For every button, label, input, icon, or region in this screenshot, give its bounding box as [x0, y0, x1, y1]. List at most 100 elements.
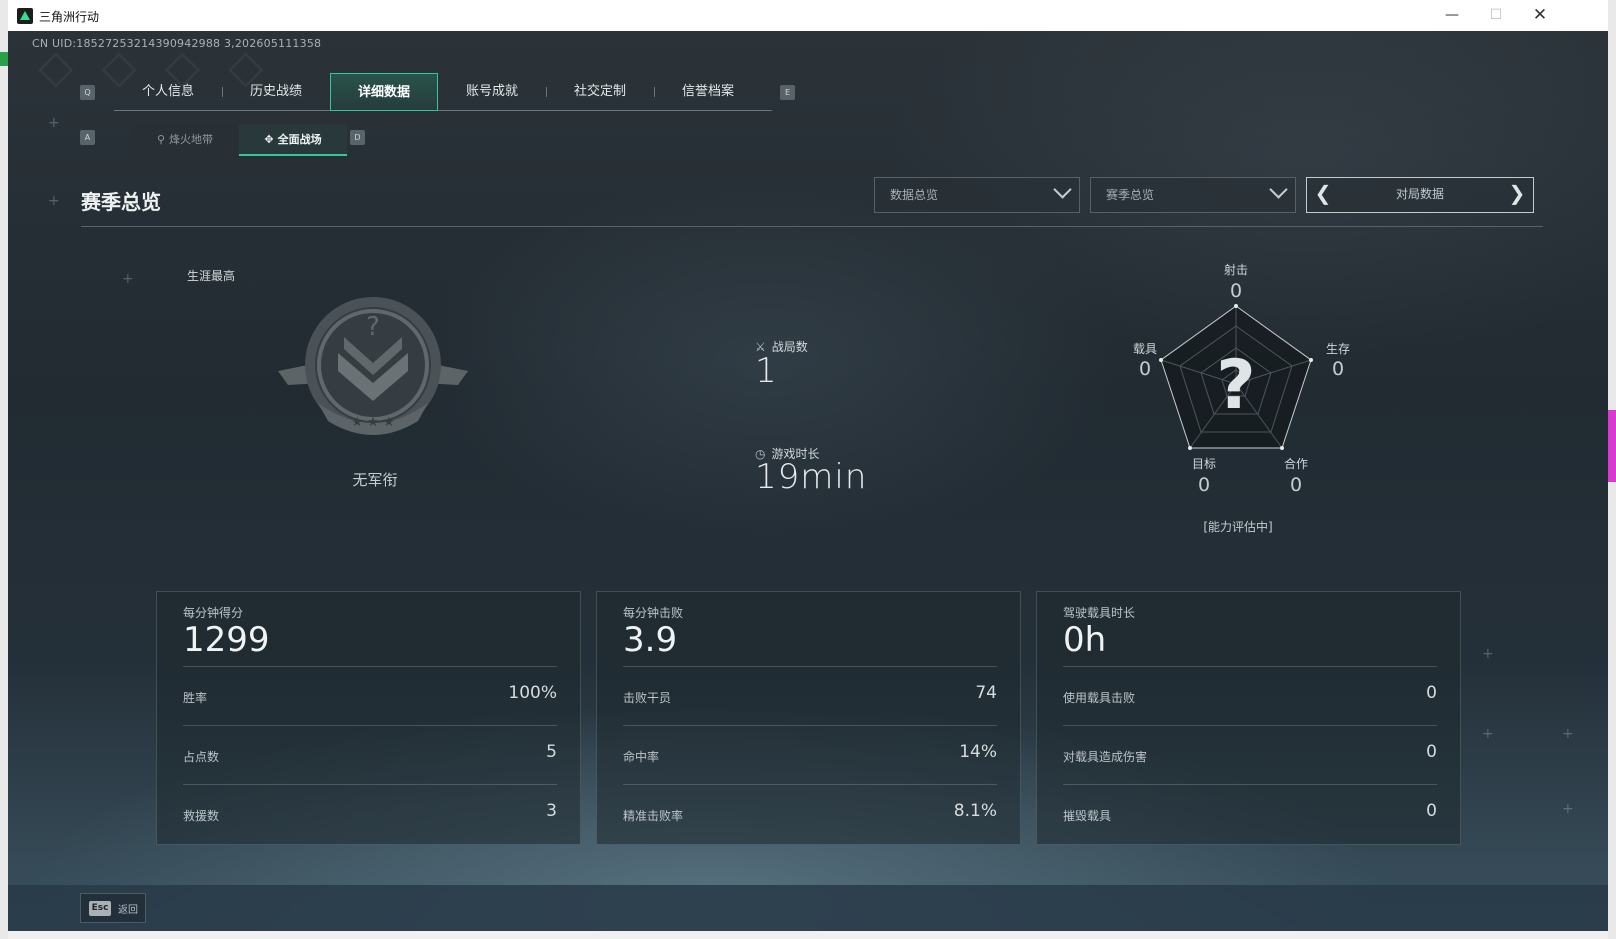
decor-cross-icon: + — [48, 193, 60, 209]
stat-value: 0 — [1426, 742, 1437, 762]
stat-value: 14% — [959, 742, 997, 762]
prev-arrow-icon[interactable]: ❮ — [1311, 178, 1335, 211]
footer-bar: Esc 返回 — [8, 885, 1608, 931]
stat-row: 胜率 100% — [183, 666, 557, 725]
desktop-fragment — [0, 52, 8, 66]
score-per-minute-card: 每分钟得分 1299 胜率 100% 占点数 5 救援数 3 — [156, 591, 581, 845]
svg-text:?: ? — [366, 312, 380, 342]
matches-value: 1 — [755, 351, 778, 391]
tab-detailed-data[interactable]: 详细数据 — [330, 73, 438, 111]
stat-value: 5 — [546, 742, 557, 762]
subtab-warfare[interactable]: ✥ 全面战场 — [239, 124, 347, 156]
stat-value: 0 — [1426, 801, 1437, 821]
card-value: 3.9 — [623, 620, 678, 660]
stat-row: 救援数 3 — [183, 784, 557, 843]
divider — [81, 226, 1543, 227]
stat-label: 摧毁载具 — [1063, 809, 1112, 823]
decor-cross-icon: + — [122, 271, 134, 287]
game-viewport: ◇ ◇ ◇ ◇ CN UID:18527253214390942988 3,20… — [8, 31, 1608, 931]
tab-credit-record[interactable]: 信誉档案 — [654, 73, 762, 111]
decor-cross-icon: + — [48, 115, 60, 131]
radar-coop-label: 合作 — [1283, 457, 1308, 471]
card-value: 0h — [1063, 620, 1107, 660]
stat-value: 100% — [508, 683, 557, 703]
radar-vehicle-value: 0 — [1138, 358, 1152, 380]
radar-shoot-label: 射击 — [1223, 263, 1248, 277]
subtab-operations[interactable]: ⚲ 烽火地带 — [131, 124, 239, 156]
radar-vehicle-label: 载具 — [1132, 342, 1157, 356]
stat-label: 占点数 — [183, 750, 220, 764]
stat-row: 命中率 14% — [623, 725, 997, 784]
stat-value: 8.1% — [953, 801, 997, 821]
decor-cross-icon: + — [1562, 801, 1574, 817]
stat-row: 使用载具击败 0 — [1063, 666, 1437, 725]
card-header: 每分钟击败 — [623, 606, 684, 620]
stat-value: 3 — [546, 801, 557, 821]
stat-row: 占点数 5 — [183, 725, 557, 784]
card-value: 1299 — [183, 620, 270, 660]
radar-target-label: 目标 — [1191, 457, 1216, 471]
key-hint-a: A — [80, 130, 95, 145]
subtab-label: 全面战场 — [277, 133, 322, 146]
tab-personal-info[interactable]: 个人信息 — [114, 73, 222, 111]
stat-label: 对载具造成伤害 — [1063, 750, 1148, 764]
rank-badge-icon: ? ★ ★ ★ — [278, 297, 468, 435]
radar-target-value: 0 — [1197, 474, 1211, 496]
tab-history[interactable]: 历史战绩 — [222, 73, 330, 111]
radar-shoot-value: 0 — [1229, 280, 1243, 302]
stat-row: 对载具造成伤害 0 — [1063, 725, 1437, 784]
stat-label: 使用载具击败 — [1063, 691, 1136, 705]
minimize-button[interactable]: — — [1432, 4, 1472, 28]
desktop-right-edge — [1608, 0, 1616, 939]
app-logo-icon — [17, 8, 33, 24]
stat-value: 0 — [1426, 683, 1437, 703]
drop-icon: ⚲ — [156, 133, 166, 146]
season-dropdown[interactable]: 赛季总览 — [1090, 177, 1296, 213]
window-title: 三角洲行动 — [39, 10, 100, 24]
svg-text:★ ★ ★: ★ ★ ★ — [351, 415, 394, 430]
chevron-down-icon — [1269, 180, 1288, 199]
card-header: 驾驶载具时长 — [1063, 606, 1136, 620]
desktop-left-edge — [0, 0, 8, 939]
stat-label: 胜率 — [183, 691, 208, 705]
close-button[interactable]: ✕ — [1520, 4, 1560, 28]
match-data-pager: ❮ 对局数据 ❯ — [1306, 177, 1534, 213]
radar-survive-label: 生存 — [1325, 342, 1350, 356]
career-highest-label: 生涯最高 — [187, 269, 236, 283]
stat-value: 74 — [975, 683, 997, 703]
key-hint-d: D — [350, 130, 365, 145]
data-type-dropdown[interactable]: 数据总览 — [874, 177, 1080, 213]
back-label: 返回 — [118, 905, 138, 916]
main-tabs: 个人信息 历史战绩 详细数据 账号成就 社交定制 信誉档案 — [114, 73, 772, 111]
radar-coop-value: 0 — [1289, 474, 1303, 496]
stat-row: 击败干员 74 — [623, 666, 997, 725]
tab-social[interactable]: 社交定制 — [546, 73, 654, 111]
section-title: 赛季总览 — [81, 190, 161, 214]
radar-survive-value: 0 — [1331, 358, 1345, 380]
stat-label: 击败干员 — [623, 691, 672, 705]
rank-name: 无军衔 — [352, 471, 398, 489]
playtime-value: 19min — [755, 457, 868, 497]
vehicle-time-card: 驾驶载具时长 0h 使用载具击败 0 对载具造成伤害 0 摧毁载具 0 — [1036, 591, 1461, 845]
stat-row: 精准击败率 8.1% — [623, 784, 997, 843]
decor-cross-icon: + — [1482, 646, 1494, 662]
back-button[interactable]: Esc 返回 — [80, 893, 146, 923]
tab-achievements[interactable]: 账号成就 — [438, 73, 546, 111]
key-hint-q: Q — [80, 85, 95, 100]
chevron-down-icon — [1053, 180, 1072, 199]
stat-label: 精准击败率 — [623, 809, 684, 823]
radar-unknown-glyph: ? — [1216, 346, 1255, 425]
subtab-label: 烽火地带 — [169, 133, 214, 146]
stat-label: 命中率 — [623, 750, 660, 764]
radar-status: [能力评估中] — [1203, 520, 1273, 534]
next-arrow-icon[interactable]: ❯ — [1505, 178, 1529, 211]
stat-row: 摧毁载具 0 — [1063, 784, 1437, 843]
decor-cross-icon: + — [1562, 726, 1574, 742]
window-titlebar: 三角洲行动 — ☐ ✕ — [8, 0, 1608, 31]
crosshair-icon: ✥ — [264, 133, 274, 146]
esc-key-hint: Esc — [89, 901, 111, 916]
dropdown-value: 数据总览 — [890, 188, 939, 202]
desktop-fragment — [1608, 410, 1616, 482]
card-header: 每分钟得分 — [183, 606, 244, 620]
maximize-button[interactable]: ☐ — [1476, 4, 1516, 28]
